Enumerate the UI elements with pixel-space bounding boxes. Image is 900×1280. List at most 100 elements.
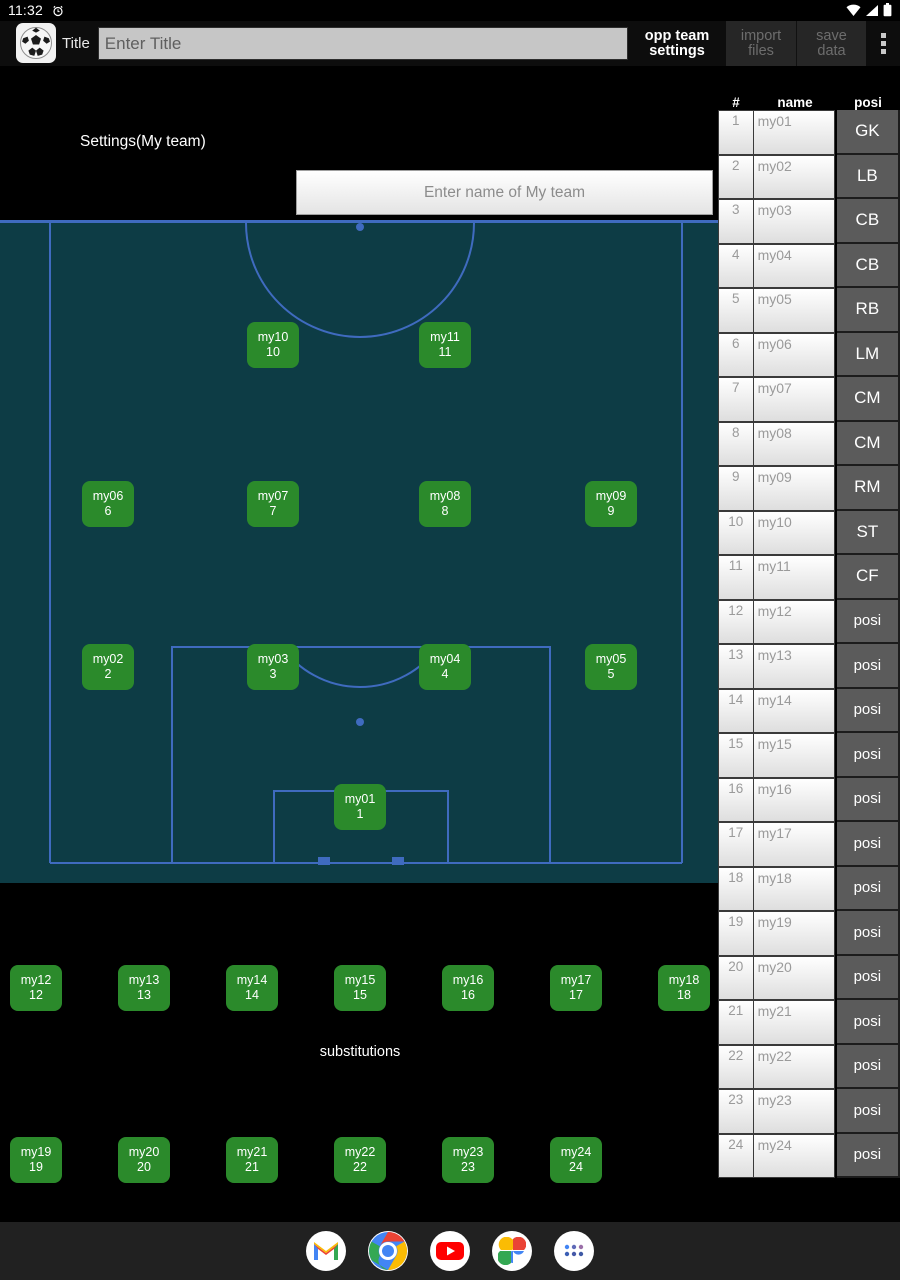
roster-row-name-input[interactable]: my06 — [753, 332, 835, 377]
roster-row-position-button[interactable]: posi — [836, 866, 900, 911]
roster-header: # name posi — [718, 88, 900, 110]
substitute-player-chip[interactable]: my22 22 — [334, 1137, 386, 1183]
roster-row-position-button[interactable]: CM — [836, 421, 900, 466]
roster-row-position-button[interactable]: posi — [836, 644, 900, 689]
roster-row-name-input[interactable]: my22 — [753, 1044, 835, 1089]
pitch-player-chip[interactable]: my05 5 — [585, 644, 637, 690]
pitch-player-chip[interactable]: my02 2 — [82, 644, 134, 690]
roster-row-name-input[interactable]: my11 — [753, 555, 835, 600]
roster-row-name-input[interactable]: my18 — [753, 866, 835, 911]
roster-row-position-button[interactable]: posi — [836, 911, 900, 956]
roster-row-position-button[interactable]: posi — [836, 1133, 900, 1178]
roster-row-position-button[interactable]: CB — [836, 199, 900, 244]
save-data-button[interactable]: save data — [796, 21, 866, 66]
roster-row-number: 20 — [718, 955, 754, 1000]
title-input[interactable] — [97, 27, 628, 60]
alarm-icon — [53, 5, 63, 17]
roster-row-name-input[interactable]: my15 — [753, 733, 835, 778]
team-name-input[interactable] — [296, 170, 713, 215]
substitute-player-chip[interactable]: my21 21 — [226, 1137, 278, 1183]
roster-row-name-input[interactable]: my21 — [753, 1000, 835, 1045]
substitute-player-chip[interactable]: my13 13 — [118, 965, 170, 1011]
import-files-button[interactable]: import files — [726, 21, 796, 66]
roster-row-name-input[interactable]: my23 — [753, 1089, 835, 1134]
roster-row-position-button[interactable]: posi — [836, 688, 900, 733]
roster-row: 18 my18 posi — [718, 866, 900, 911]
pitch-player-chip[interactable]: my11 11 — [419, 322, 471, 368]
roster-row-name-input[interactable]: my09 — [753, 466, 835, 511]
overflow-menu-icon[interactable] — [866, 21, 900, 66]
roster-row-name-input[interactable]: my07 — [753, 377, 835, 422]
pitch-player-chip[interactable]: my04 4 — [419, 644, 471, 690]
pitch-player-chip[interactable]: my03 3 — [247, 644, 299, 690]
roster-row-position-button[interactable]: LB — [836, 154, 900, 199]
roster-row-name-input[interactable]: my24 — [753, 1133, 835, 1178]
roster-row-name-input[interactable]: my08 — [753, 421, 835, 466]
substitute-player-chip[interactable]: my20 20 — [118, 1137, 170, 1183]
pitch-player-chip[interactable]: my07 7 — [247, 481, 299, 527]
substitute-player-chip[interactable]: my16 16 — [442, 965, 494, 1011]
roster-row-name-input[interactable]: my16 — [753, 777, 835, 822]
youtube-icon[interactable] — [430, 1231, 470, 1271]
substitute-player-chip[interactable]: my12 12 — [10, 965, 62, 1011]
pitch-player-chip[interactable]: my01 1 — [334, 784, 386, 830]
roster-row-position-button[interactable]: posi — [836, 777, 900, 822]
roster-row: 14 my14 posi — [718, 688, 900, 733]
roster-row-name-input[interactable]: my03 — [753, 199, 835, 244]
roster-row-name-input[interactable]: my12 — [753, 599, 835, 644]
roster-row-number: 19 — [718, 911, 754, 956]
pitch-player-chip[interactable]: my08 8 — [419, 481, 471, 527]
roster-row-position-button[interactable]: GK — [836, 110, 900, 155]
roster-row-name-input[interactable]: my19 — [753, 911, 835, 956]
substitutions-label: substitutions — [319, 1044, 401, 1060]
roster-row-name-input[interactable]: my05 — [753, 288, 835, 333]
roster-row-position-button[interactable]: posi — [836, 733, 900, 778]
roster-row-position-button[interactable]: posi — [836, 1044, 900, 1089]
column-header-number: # — [732, 95, 740, 110]
roster-row-position-button[interactable]: CF — [836, 555, 900, 600]
roster-row-position-button[interactable]: posi — [836, 1089, 900, 1134]
pitch-player-chip[interactable]: my10 10 — [247, 322, 299, 368]
roster-row-position-button[interactable]: ST — [836, 510, 900, 555]
player-chip-number: 22 — [353, 1160, 367, 1174]
roster-row-position-button[interactable]: CB — [836, 243, 900, 288]
substitute-player-chip[interactable]: my14 14 — [226, 965, 278, 1011]
player-chip-number: 24 — [569, 1160, 583, 1174]
roster-row-position-button[interactable]: posi — [836, 955, 900, 1000]
roster-row-position-button[interactable]: CM — [836, 377, 900, 422]
roster-row-name-input[interactable]: my02 — [753, 154, 835, 199]
roster-row-position-button[interactable]: posi — [836, 1000, 900, 1045]
player-chip-number: 15 — [353, 988, 367, 1002]
substitute-player-chip[interactable]: my15 15 — [334, 965, 386, 1011]
roster-row-position-button[interactable]: LM — [836, 332, 900, 377]
roster-row-name-input[interactable]: my04 — [753, 243, 835, 288]
substitute-player-chip[interactable]: my18 18 — [658, 965, 710, 1011]
roster-row-position-button[interactable]: posi — [836, 822, 900, 867]
app-drawer-icon[interactable] — [554, 1231, 594, 1271]
roster-row-name-input[interactable]: my14 — [753, 688, 835, 733]
roster-row-name-input[interactable]: my01 — [753, 110, 835, 155]
opp-team-settings-button[interactable]: opp team settings — [628, 21, 726, 66]
chrome-icon[interactable] — [368, 1231, 408, 1271]
player-chip-name: my05 — [595, 652, 627, 666]
pitch[interactable]: my10 10 my11 11 my06 6 my07 7 my08 8 my09 9 my02 2 my0… — [0, 220, 720, 883]
player-chip-number: 8 — [441, 504, 449, 518]
roster-row-name-input[interactable]: my13 — [753, 644, 835, 689]
roster-row-name-input[interactable]: my17 — [753, 822, 835, 867]
substitute-player-chip[interactable]: my17 17 — [550, 965, 602, 1011]
google-photos-icon[interactable] — [492, 1231, 532, 1271]
roster-row-position-button[interactable]: RM — [836, 466, 900, 511]
substitute-player-chip[interactable]: my19 19 — [10, 1137, 62, 1183]
substitute-player-chip[interactable]: my23 23 — [442, 1137, 494, 1183]
battery-icon — [883, 3, 892, 17]
roster-row-position-button[interactable]: posi — [836, 599, 900, 644]
pitch-player-chip[interactable]: my06 6 — [82, 481, 134, 527]
roster-row-name-input[interactable]: my10 — [753, 510, 835, 555]
roster-row-position-button[interactable]: RB — [836, 288, 900, 333]
substitute-player-chip[interactable]: my24 24 — [550, 1137, 602, 1183]
app-logo[interactable] — [16, 23, 56, 63]
gmail-icon[interactable] — [306, 1231, 346, 1271]
roster-row-name-input[interactable]: my20 — [753, 955, 835, 1000]
pitch-player-chip[interactable]: my09 9 — [585, 481, 637, 527]
player-chip-name: my09 — [595, 489, 627, 503]
